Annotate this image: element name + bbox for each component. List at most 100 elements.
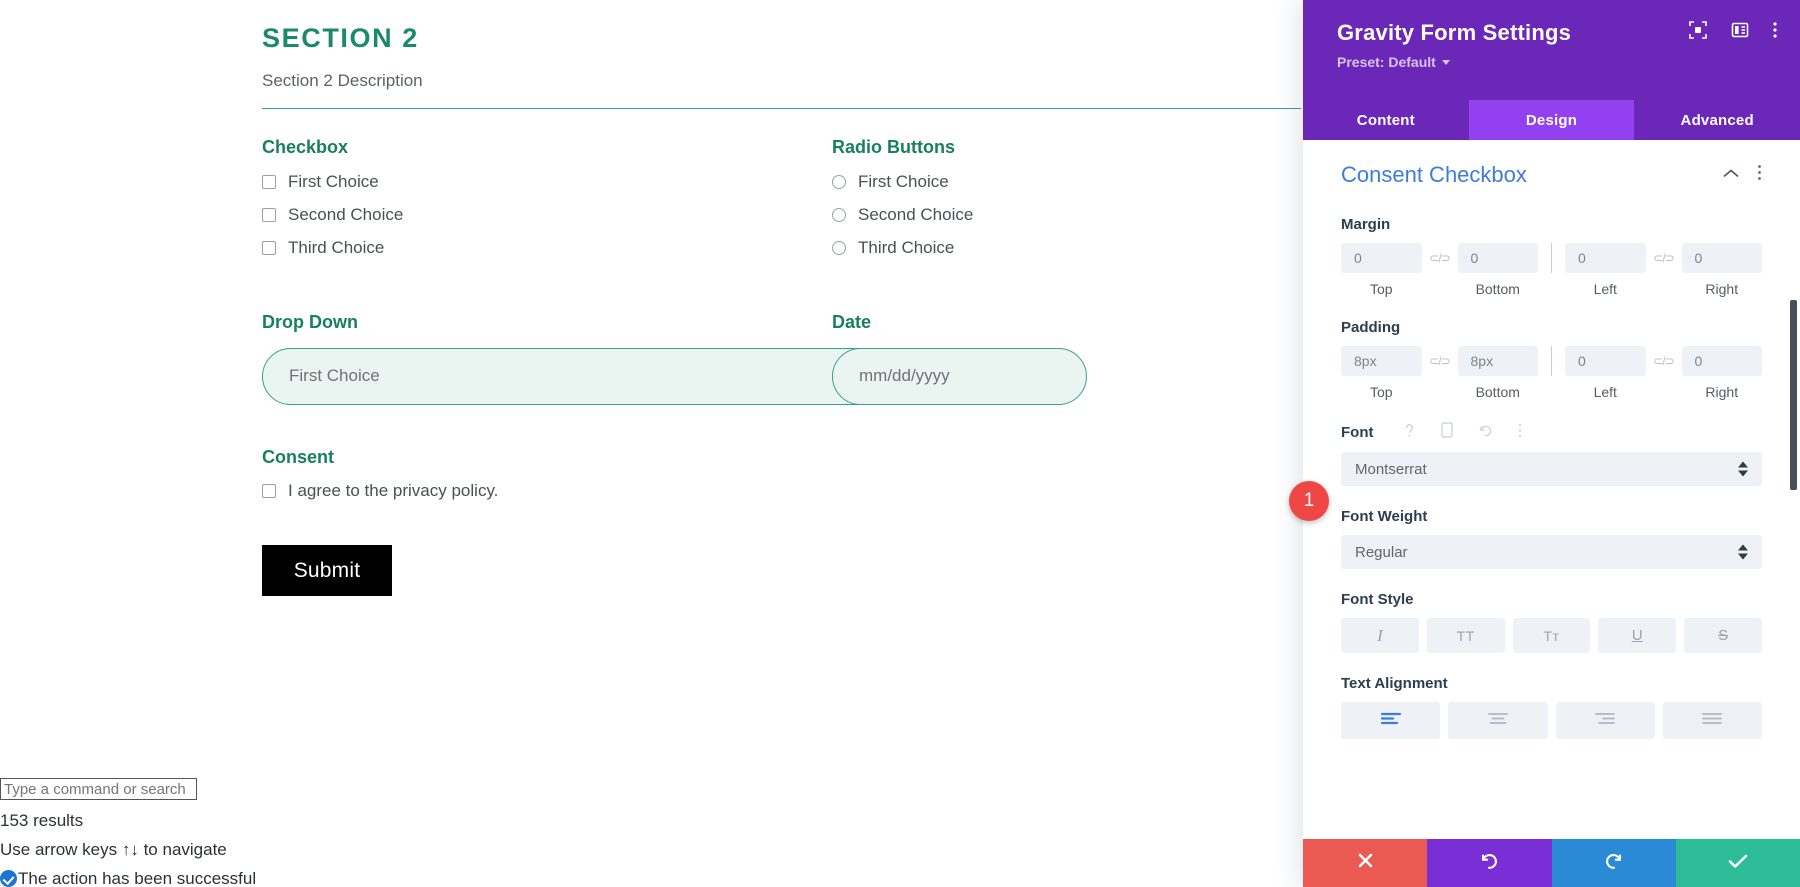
font-style-strikethrough-button[interactable]: S: [1684, 618, 1762, 654]
font-weight-label: Font Weight: [1341, 508, 1428, 526]
font-style-italic-button[interactable]: I: [1341, 618, 1419, 654]
chevron-down-icon: [1441, 59, 1450, 65]
consent-checkbox-label: I agree to the privacy policy.: [288, 481, 499, 501]
font-style-smallcaps-button[interactable]: Tт: [1512, 618, 1591, 654]
margin-bottom-input[interactable]: 0: [1457, 243, 1538, 274]
radio-input-icon[interactable]: [832, 240, 846, 255]
radio-input-icon[interactable]: [832, 174, 846, 189]
panel-body: Consent Checkbox Margin 0 ⊂/⊃ 0 0 ⊂/⊃ 0 …: [1303, 140, 1800, 827]
stepper-arrows-icon: [1738, 544, 1748, 560]
font-family-select[interactable]: Montserrat: [1341, 452, 1762, 487]
text-alignment-label: Text Alignment: [1341, 675, 1448, 693]
undo-button[interactable]: [1427, 839, 1552, 887]
align-center-button[interactable]: [1448, 702, 1548, 740]
link-sides-icon[interactable]: ⊂/⊃: [1646, 354, 1682, 368]
redo-button[interactable]: [1551, 839, 1676, 887]
font-style-underline-glyph: U: [1631, 627, 1643, 645]
help-icon[interactable]: [1403, 423, 1416, 442]
panel-scrollbar-thumb[interactable]: [1790, 300, 1797, 490]
align-justify-button[interactable]: [1662, 702, 1762, 740]
checkbox-option[interactable]: Second Choice: [262, 206, 832, 223]
tab-advanced[interactable]: Advanced: [1634, 100, 1800, 140]
padding-left-caption: Left: [1593, 384, 1617, 401]
consent-checkbox-input-icon[interactable]: [262, 483, 276, 498]
font-style-uppercase-button[interactable]: TT: [1426, 618, 1505, 654]
font-style-label: Font Style: [1341, 591, 1414, 609]
date-field-label: Date: [832, 312, 872, 333]
checkbox-option[interactable]: First Choice: [262, 173, 832, 190]
radio-option-label: Second Choice: [858, 205, 974, 225]
settings-panel: Gravity Form Settings Preset: Default Co…: [1303, 0, 1800, 887]
radio-option[interactable]: Third Choice: [832, 239, 1272, 256]
dropdown-select[interactable]: First Choice: [262, 347, 892, 405]
consent-checkbox-row[interactable]: I agree to the privacy policy.: [262, 482, 1272, 499]
dropdown-field-label: Drop Down: [262, 312, 358, 333]
checkbox-input-icon[interactable]: [262, 174, 276, 189]
link-sides-icon[interactable]: ⊂/⊃: [1422, 354, 1458, 368]
tab-design[interactable]: Design: [1468, 100, 1635, 140]
margin-bottom-caption: Bottom: [1475, 281, 1520, 298]
submit-button[interactable]: Submit: [262, 545, 392, 597]
font-label-row: Font: [1341, 422, 1762, 442]
text-alignment-buttons: [1341, 702, 1762, 740]
radio-option[interactable]: Second Choice: [832, 206, 1272, 223]
link-sides-icon[interactable]: ⊂/⊃: [1422, 251, 1458, 265]
font-weight-select[interactable]: Regular: [1341, 535, 1762, 570]
margin-label: Margin: [1341, 216, 1391, 234]
align-right-icon: [1594, 711, 1616, 730]
radio-option[interactable]: First Choice: [832, 173, 1272, 190]
padding-right-caption: Right: [1705, 384, 1739, 401]
dropdown-selected-value: First Choice: [289, 366, 380, 386]
preset-selector[interactable]: Preset: Default: [1337, 54, 1776, 70]
font-style-smallcaps-glyph: Tт: [1543, 627, 1560, 644]
padding-bottom-input[interactable]: 8px: [1457, 346, 1538, 377]
save-button[interactable]: [1675, 839, 1800, 887]
layout-columns-icon[interactable]: [1730, 20, 1750, 40]
checkbox-option[interactable]: Third Choice: [262, 239, 832, 256]
stepper-arrows-icon: [1738, 461, 1748, 477]
more-vertical-icon[interactable]: [1518, 423, 1522, 442]
command-search-input[interactable]: [0, 778, 197, 800]
align-left-button[interactable]: [1341, 702, 1441, 740]
chevron-up-icon[interactable]: [1723, 166, 1739, 184]
checkbox-option-label: Third Choice: [288, 238, 385, 258]
font-label-icons: [1403, 422, 1522, 442]
reset-undo-icon[interactable]: [1478, 423, 1493, 442]
more-vertical-icon[interactable]: [1757, 164, 1762, 186]
cancel-button[interactable]: [1303, 839, 1428, 887]
checkbox-input-icon[interactable]: [262, 207, 276, 222]
consent-checkbox-section-header[interactable]: Consent Checkbox: [1341, 140, 1762, 194]
responsive-device-icon[interactable]: [1441, 422, 1454, 442]
step-badge-number: 1: [1303, 490, 1315, 511]
padding-top-input[interactable]: 8px: [1341, 346, 1422, 377]
section-title: SECTION 2: [262, 23, 419, 53]
dropdown-date-row: Drop Down First Choice Date mm/dd/yyyy: [262, 312, 1272, 405]
font-style-uppercase-glyph: TT: [1456, 627, 1475, 644]
margin-top-input[interactable]: 0: [1341, 243, 1422, 274]
results-count: 153 results: [0, 811, 84, 830]
radio-option-label: First Choice: [858, 172, 949, 192]
padding-right-input[interactable]: 0: [1681, 346, 1762, 377]
margin-left-input[interactable]: 0: [1565, 243, 1646, 274]
success-message-row: The action has been successful: [0, 870, 320, 887]
padding-left-input[interactable]: 0: [1565, 346, 1646, 377]
align-right-button[interactable]: [1555, 702, 1655, 740]
radio-field-label: Radio Buttons: [832, 137, 955, 158]
font-style-underline-button[interactable]: U: [1598, 618, 1677, 654]
link-sides-icon[interactable]: ⊂/⊃: [1646, 251, 1682, 265]
tab-content[interactable]: Content: [1303, 100, 1469, 140]
section-description: Section 2 Description: [262, 71, 423, 91]
section-divider: [262, 108, 1301, 110]
date-placeholder: mm/dd/yyyy: [859, 366, 950, 386]
success-message-text: The action has been successful: [18, 869, 257, 887]
consent-field-label: Consent: [262, 446, 334, 467]
more-vertical-icon[interactable]: [1772, 20, 1778, 40]
radio-input-icon[interactable]: [832, 207, 846, 222]
margin-right-input[interactable]: 0: [1681, 243, 1762, 274]
checkbox-input-icon[interactable]: [262, 240, 276, 255]
font-style-strikethrough-glyph: S: [1718, 627, 1729, 645]
margin-top-caption: Top: [1369, 281, 1393, 298]
date-input[interactable]: mm/dd/yyyy: [832, 347, 1087, 405]
focus-target-icon[interactable]: [1688, 20, 1708, 40]
panel-tabs: Content Design Advanced: [1303, 100, 1800, 140]
